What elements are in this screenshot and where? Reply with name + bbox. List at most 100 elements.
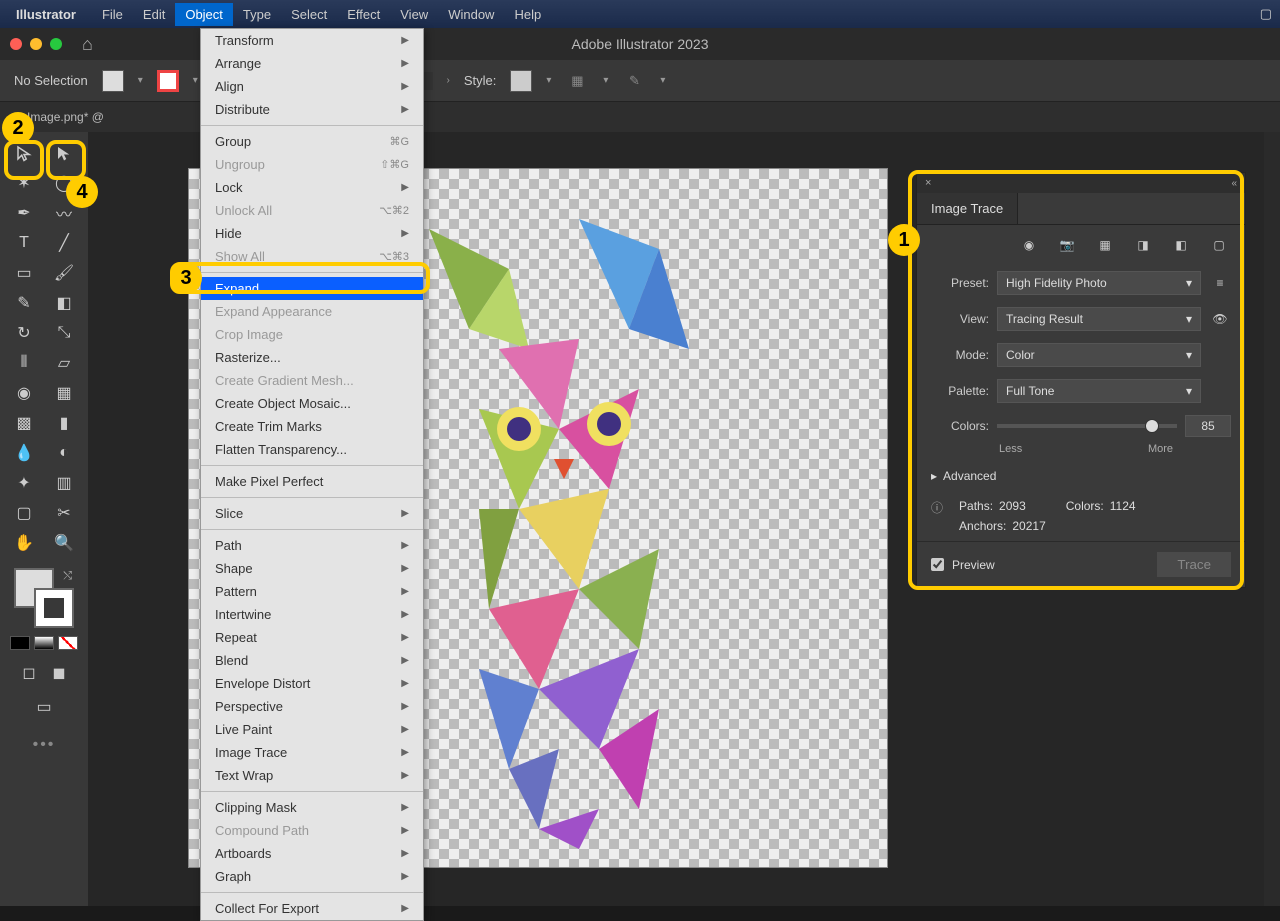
scale-tool[interactable]: ⤡ bbox=[44, 318, 84, 348]
menu-item-distribute[interactable]: Distribute▶ bbox=[201, 98, 423, 121]
menu-object[interactable]: Object bbox=[175, 3, 233, 26]
slice-tool[interactable]: ✂ bbox=[44, 498, 84, 528]
menu-item-perspective[interactable]: Perspective▶ bbox=[201, 695, 423, 718]
menu-item-artboards[interactable]: Artboards▶ bbox=[201, 842, 423, 865]
panel-close-icon[interactable]: × bbox=[925, 177, 931, 189]
menu-item-group[interactable]: Group⌘G bbox=[201, 130, 423, 153]
direct-selection-tool[interactable] bbox=[44, 138, 84, 168]
colors-value-input[interactable]: 85 bbox=[1185, 415, 1231, 437]
menu-item-expand-[interactable]: Expand... bbox=[201, 277, 423, 300]
pen-tool[interactable]: ✒ bbox=[4, 198, 44, 228]
menubar-notification-icon[interactable]: ▢ bbox=[1260, 6, 1272, 22]
colors-slider[interactable] bbox=[997, 424, 1177, 428]
preset-select[interactable]: High Fidelity Photo▾ bbox=[997, 271, 1201, 295]
advanced-toggle[interactable]: ▸ Advanced bbox=[917, 461, 1245, 491]
menu-item-slice[interactable]: Slice▶ bbox=[201, 502, 423, 525]
mode-select[interactable]: Color▾ bbox=[997, 343, 1201, 367]
low-color-icon[interactable]: ▦ bbox=[1093, 235, 1117, 255]
black-white-icon[interactable]: ◧ bbox=[1169, 235, 1193, 255]
menu-item-intertwine[interactable]: Intertwine▶ bbox=[201, 603, 423, 626]
menu-item-blend[interactable]: Blend▶ bbox=[201, 649, 423, 672]
graphic-style-swatch[interactable] bbox=[510, 70, 532, 92]
menu-item-repeat[interactable]: Repeat▶ bbox=[201, 626, 423, 649]
menu-item-envelope-distort[interactable]: Envelope Distort▶ bbox=[201, 672, 423, 695]
menu-item-image-trace[interactable]: Image Trace▶ bbox=[201, 741, 423, 764]
symbol-sprayer-tool[interactable]: ✦ bbox=[4, 468, 44, 498]
home-icon[interactable]: ⌂ bbox=[82, 34, 93, 55]
menu-type[interactable]: Type bbox=[233, 3, 281, 26]
menu-item-lock[interactable]: Lock▶ bbox=[201, 176, 423, 199]
edit-toolbar-icon[interactable]: ••• bbox=[33, 736, 56, 754]
menu-file[interactable]: File bbox=[92, 3, 133, 26]
draw-normal-icon[interactable]: ◻ bbox=[16, 658, 42, 688]
gradient-tool[interactable]: ▮ bbox=[44, 408, 84, 438]
column-graph-tool[interactable]: ▥ bbox=[44, 468, 84, 498]
menu-select[interactable]: Select bbox=[281, 3, 337, 26]
menu-view[interactable]: View bbox=[390, 3, 438, 26]
high-color-icon[interactable]: 📷 bbox=[1055, 235, 1079, 255]
menu-item-transform[interactable]: Transform▶ bbox=[201, 29, 423, 52]
grayscale-icon[interactable]: ◨ bbox=[1131, 235, 1155, 255]
menu-item-create-trim-marks[interactable]: Create Trim Marks bbox=[201, 415, 423, 438]
traced-image[interactable] bbox=[379, 209, 739, 849]
screen-mode-icon[interactable]: ▭ bbox=[24, 692, 64, 722]
slider-thumb-icon[interactable] bbox=[1145, 419, 1159, 433]
menu-item-flatten-transparency-[interactable]: Flatten Transparency... bbox=[201, 438, 423, 461]
zoom-tool[interactable]: 🔍 bbox=[44, 528, 84, 558]
minimize-window-icon[interactable] bbox=[30, 38, 42, 50]
menu-item-collect-for-export[interactable]: Collect For Export▶ bbox=[201, 897, 423, 920]
menu-edit[interactable]: Edit bbox=[133, 3, 175, 26]
outline-icon[interactable]: ▢ bbox=[1207, 235, 1231, 255]
color-swatches[interactable]: ⤭ bbox=[14, 568, 74, 628]
fill-swatch[interactable] bbox=[102, 70, 124, 92]
preset-menu-icon[interactable]: ≡ bbox=[1209, 276, 1231, 290]
shape-builder-tool[interactable]: ◉ bbox=[4, 378, 44, 408]
close-window-icon[interactable] bbox=[10, 38, 22, 50]
preview-checkbox-input[interactable] bbox=[931, 558, 944, 571]
fill-dropdown-icon[interactable]: ▾ bbox=[138, 75, 143, 86]
palette-select[interactable]: Full Tone▾ bbox=[997, 379, 1201, 403]
opacity-dropdown-icon[interactable]: › bbox=[447, 75, 450, 86]
rotate-tool[interactable]: ↻ bbox=[4, 318, 44, 348]
hand-tool[interactable]: ✋ bbox=[4, 528, 44, 558]
panel-collapse-icon[interactable]: « bbox=[1231, 178, 1237, 189]
image-trace-tab[interactable]: Image Trace bbox=[917, 193, 1018, 224]
menu-item-align[interactable]: Align▶ bbox=[201, 75, 423, 98]
menu-item-text-wrap[interactable]: Text Wrap▶ bbox=[201, 764, 423, 787]
perspective-grid-tool[interactable]: ▦ bbox=[44, 378, 84, 408]
menu-help[interactable]: Help bbox=[504, 3, 551, 26]
menu-item-shape[interactable]: Shape▶ bbox=[201, 557, 423, 580]
align-dropdown-icon[interactable]: ▾ bbox=[603, 75, 608, 86]
stroke-dropdown-icon[interactable]: ▾ bbox=[193, 75, 198, 86]
transform-icon[interactable]: ✎ bbox=[622, 69, 646, 93]
draw-behind-icon[interactable]: ◼ bbox=[46, 658, 72, 688]
menu-item-create-object-mosaic-[interactable]: Create Object Mosaic... bbox=[201, 392, 423, 415]
menu-item-make-pixel-perfect[interactable]: Make Pixel Perfect bbox=[201, 470, 423, 493]
eyedropper-tool[interactable]: 💧 bbox=[4, 438, 44, 468]
align-icon[interactable]: ▦ bbox=[565, 69, 589, 93]
color-mode-solid[interactable] bbox=[10, 636, 30, 650]
document-tab[interactable]: Image.png* @ bbox=[27, 110, 104, 124]
vertical-scrollbar[interactable] bbox=[1264, 132, 1280, 906]
menu-item-path[interactable]: Path▶ bbox=[201, 534, 423, 557]
width-tool[interactable]: ⫴ bbox=[4, 348, 44, 378]
stroke-swatch[interactable] bbox=[157, 70, 179, 92]
blend-tool[interactable]: ◐ bbox=[44, 438, 84, 468]
menu-item-rasterize-[interactable]: Rasterize... bbox=[201, 346, 423, 369]
menu-item-live-paint[interactable]: Live Paint▶ bbox=[201, 718, 423, 741]
color-mode-gradient[interactable] bbox=[34, 636, 54, 650]
transform-dropdown-icon[interactable]: ▾ bbox=[660, 75, 665, 86]
rectangle-tool[interactable]: ▭ bbox=[4, 258, 44, 288]
view-eye-icon[interactable]: 👁 bbox=[1209, 312, 1231, 326]
swap-colors-icon[interactable]: ⤭ bbox=[63, 570, 72, 583]
line-tool[interactable]: ╱ bbox=[44, 228, 84, 258]
mesh-tool[interactable]: ▩ bbox=[4, 408, 44, 438]
menu-item-clipping-mask[interactable]: Clipping Mask▶ bbox=[201, 796, 423, 819]
eraser-tool[interactable]: ◧ bbox=[44, 288, 84, 318]
menu-item-arrange[interactable]: Arrange▶ bbox=[201, 52, 423, 75]
preview-checkbox[interactable]: Preview bbox=[931, 558, 995, 572]
color-mode-none[interactable] bbox=[58, 636, 78, 650]
menu-effect[interactable]: Effect bbox=[337, 3, 390, 26]
auto-color-icon[interactable]: ◉ bbox=[1017, 235, 1041, 255]
menu-window[interactable]: Window bbox=[438, 3, 504, 26]
